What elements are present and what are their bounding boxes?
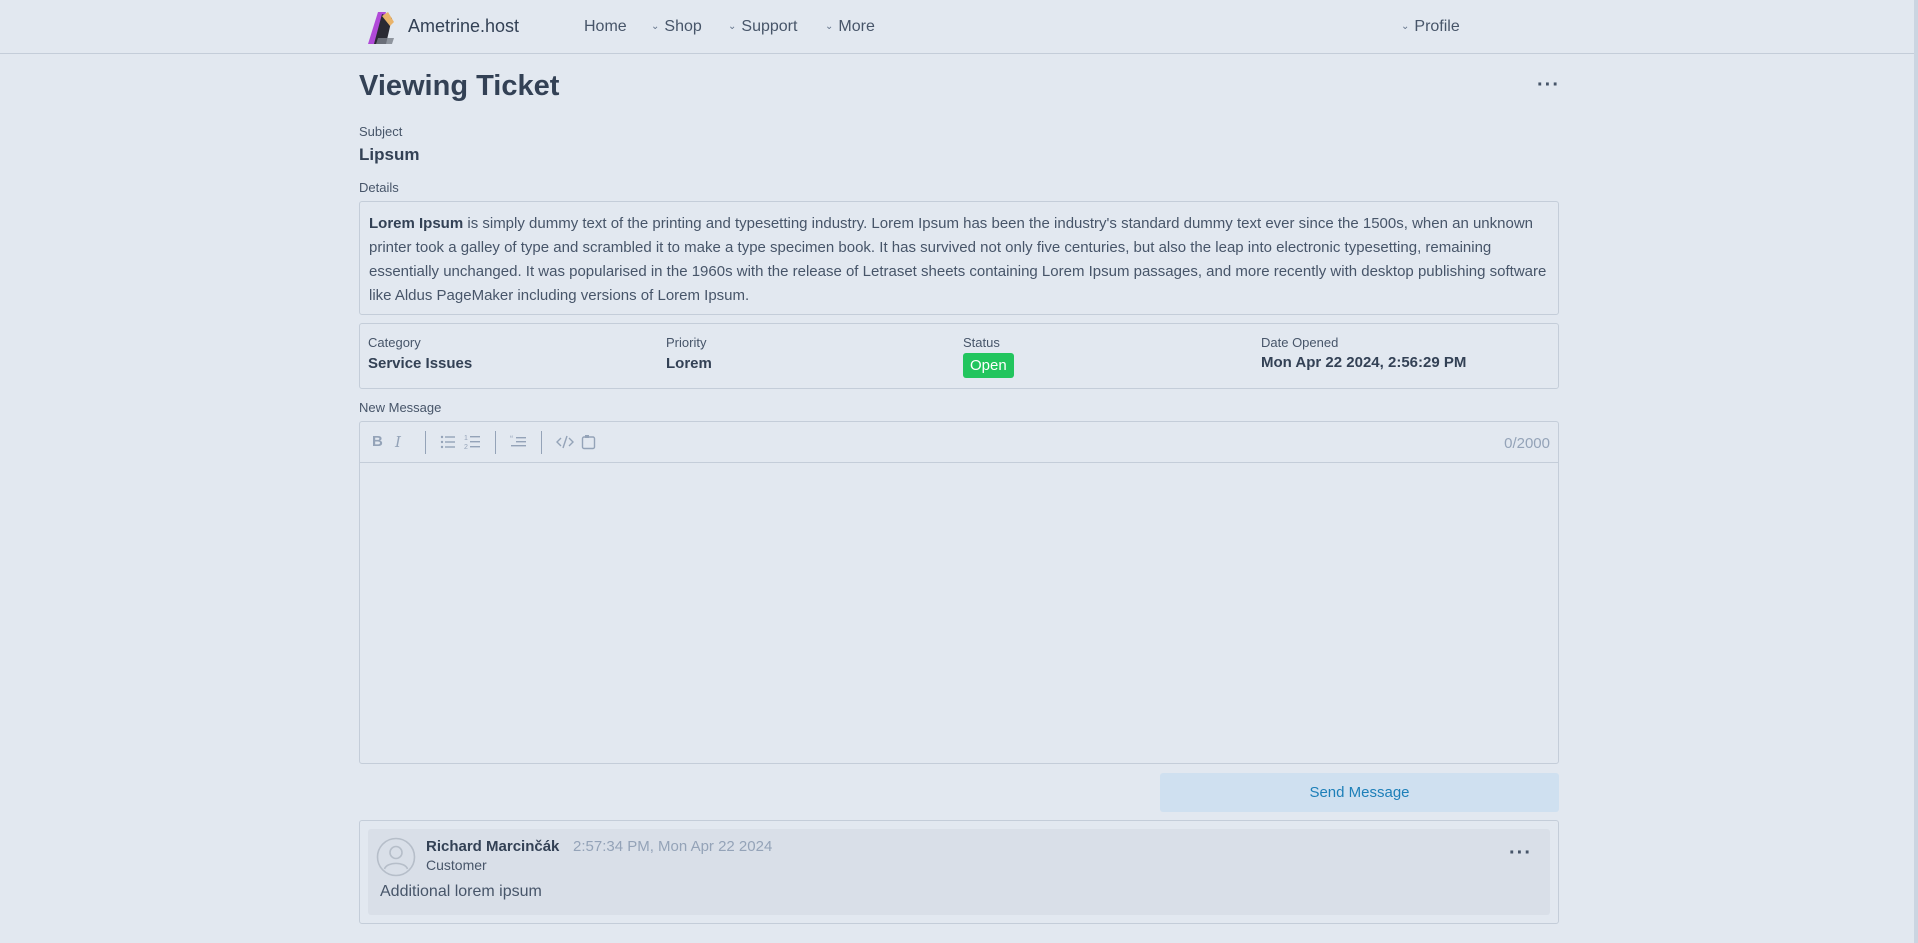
message-options-icon[interactable]: ··· xyxy=(1509,843,1532,863)
code-icon[interactable] xyxy=(556,435,574,449)
nav-home-label: Home xyxy=(584,18,627,35)
details-bold: Lorem Ipsum xyxy=(369,215,464,232)
details-label: Details xyxy=(359,180,399,195)
priority-label: Priority xyxy=(666,335,707,350)
toolbar-divider xyxy=(425,431,426,454)
bullet-list-icon[interactable] xyxy=(440,435,456,449)
priority-value: Lorem xyxy=(666,355,712,372)
nav-shop-label: Shop xyxy=(664,18,702,35)
chevron-down-icon: ⌄ xyxy=(1401,20,1410,32)
nav-profile-label: Profile xyxy=(1414,18,1460,35)
nav-support-label: Support xyxy=(741,18,798,35)
priority-field: Priority Lorem xyxy=(666,335,712,372)
editor-toolbar: B I 1 2 “ 0/2000 xyxy=(360,422,1558,463)
message-textarea[interactable] xyxy=(360,463,1558,763)
status-label: Status xyxy=(963,335,1000,350)
nav-more[interactable]: ⌄ More xyxy=(825,18,875,36)
nav-more-label: More xyxy=(838,18,875,35)
message-author: Richard Marcinčák xyxy=(426,838,560,855)
nav-profile[interactable]: ⌄ Profile xyxy=(1401,18,1460,36)
chevron-down-icon: ⌄ xyxy=(825,20,834,32)
character-counter: 0/2000 xyxy=(1504,435,1550,452)
brand-name[interactable]: Ametrine.host xyxy=(408,16,519,37)
svg-text:2: 2 xyxy=(464,444,468,450)
scrollbar[interactable] xyxy=(1914,0,1918,943)
message-timestamp: 2:57:34 PM, Mon Apr 22 2024 xyxy=(573,838,773,855)
date-opened-field: Date Opened Mon Apr 22 2024, 2:56:29 PM xyxy=(1261,335,1466,371)
code-block-icon[interactable] xyxy=(581,434,596,450)
status-badge: Open xyxy=(963,353,1014,378)
message-body: Additional lorem ipsum xyxy=(380,883,542,900)
details-text: is simply dummy text of the printing and… xyxy=(369,215,1547,304)
toolbar-divider xyxy=(495,431,496,454)
subject-label: Subject xyxy=(359,124,403,139)
blockquote-icon[interactable]: “ xyxy=(510,435,527,449)
category-label: Category xyxy=(368,335,421,350)
subject-value: Lipsum xyxy=(359,145,420,164)
send-message-button[interactable]: Send Message xyxy=(1160,773,1559,812)
category-field: Category Service Issues xyxy=(368,335,472,372)
chevron-down-icon: ⌄ xyxy=(728,20,737,32)
category-value: Service Issues xyxy=(368,355,473,372)
svg-text:1: 1 xyxy=(464,435,468,442)
message-thread: Richard Marcinčák 2:57:34 PM, Mon Apr 22… xyxy=(359,820,1559,924)
message-editor: B I 1 2 “ 0/2000 xyxy=(359,421,1559,764)
message-author-role: Customer xyxy=(426,857,487,873)
ticket-info-box: Category Service Issues Priority Lorem S… xyxy=(359,323,1559,389)
message-card: Richard Marcinčák 2:57:34 PM, Mon Apr 22… xyxy=(368,829,1550,915)
nav-home[interactable]: Home xyxy=(584,18,627,36)
top-navbar: Ametrine.host Home ⌄ Shop ⌄ Support ⌄ Mo… xyxy=(0,0,1918,54)
date-opened-label: Date Opened xyxy=(1261,335,1339,350)
nav-shop[interactable]: ⌄ Shop xyxy=(651,18,702,36)
brand-logo-icon[interactable] xyxy=(364,8,398,46)
ordered-list-icon[interactable]: 1 2 xyxy=(464,434,481,450)
svg-text:“: “ xyxy=(510,435,513,444)
bold-icon[interactable]: B xyxy=(372,433,383,450)
date-opened-value: Mon Apr 22 2024, 2:56:29 PM xyxy=(1261,354,1467,371)
page-title: Viewing Ticket xyxy=(359,70,560,102)
new-message-label: New Message xyxy=(359,400,442,415)
toolbar-divider xyxy=(541,431,542,454)
chevron-down-icon: ⌄ xyxy=(651,20,660,32)
details-box: Lorem Ipsum is simply dummy text of the … xyxy=(359,201,1559,315)
nav-support[interactable]: ⌄ Support xyxy=(728,18,797,36)
page-options-icon[interactable]: ··· xyxy=(1537,75,1560,95)
italic-icon[interactable]: I xyxy=(395,433,401,451)
status-field: Status Open xyxy=(963,335,1014,378)
avatar-icon xyxy=(376,837,416,877)
